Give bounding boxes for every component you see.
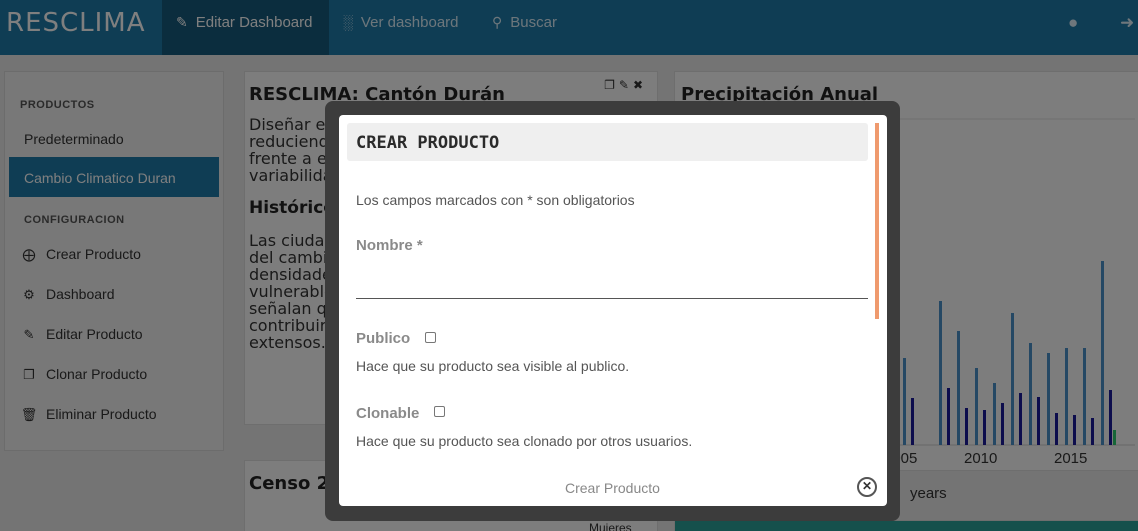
- nombre-label: Nombre *: [356, 237, 423, 254]
- publico-help: Hace que su producto sea visible al publ…: [356, 358, 630, 374]
- publico-label: Publico: [356, 330, 411, 347]
- crear-producto-modal: CREAR PRODUCTO Los campos marcados con *…: [339, 115, 887, 506]
- publico-checkbox[interactable]: [425, 332, 436, 343]
- clonable-checkbox[interactable]: [434, 406, 445, 417]
- required-note: Los campos marcados con * son obligatori…: [356, 192, 635, 208]
- clonable-help: Hace que su producto sea clonado por otr…: [356, 433, 693, 449]
- scrollbar[interactable]: [875, 123, 879, 319]
- modal-header: CREAR PRODUCTO: [347, 123, 868, 161]
- close-icon[interactable]: ✕: [857, 477, 877, 497]
- crear-producto-button[interactable]: Crear Producto: [565, 480, 660, 496]
- modal-title: CREAR PRODUCTO: [356, 133, 500, 153]
- clonable-label: Clonable: [356, 405, 420, 422]
- nombre-input[interactable]: [356, 265, 868, 299]
